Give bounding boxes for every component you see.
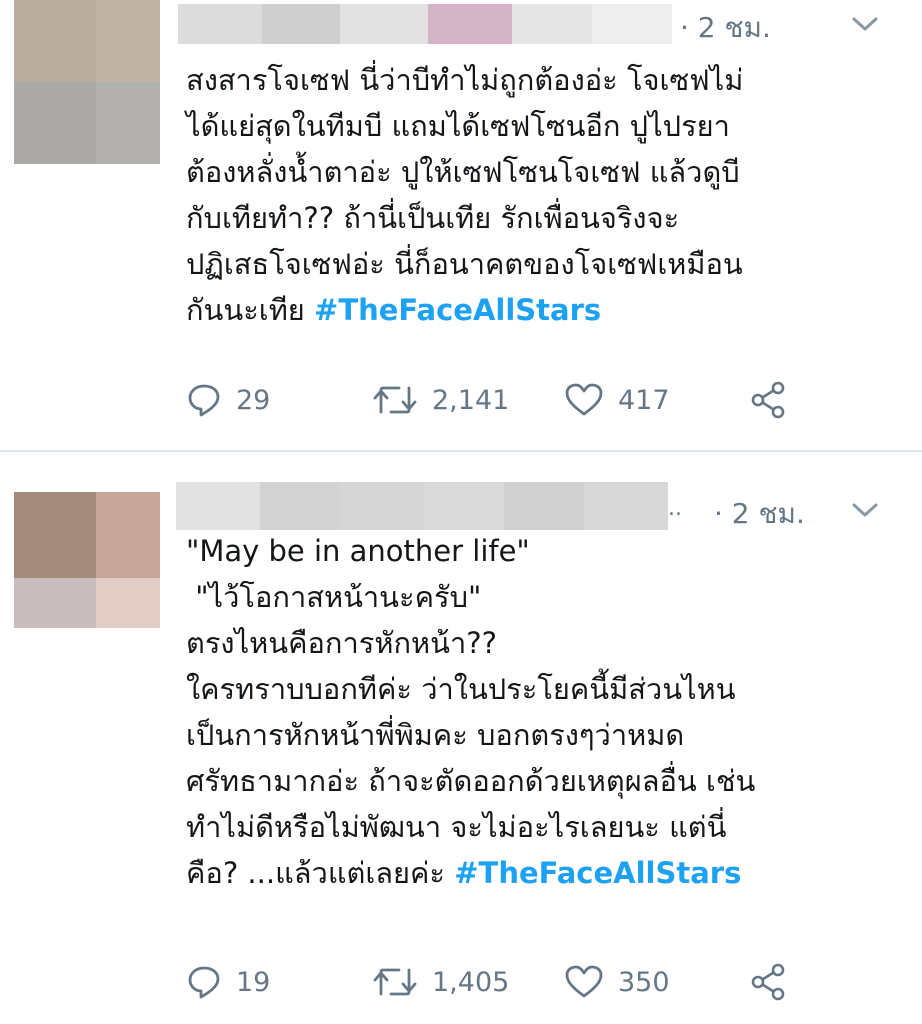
reply-button[interactable]: 29	[186, 378, 270, 422]
avatar-pixel	[14, 82, 96, 164]
hashtag-link[interactable]: #TheFaceAllStars	[454, 856, 741, 890]
avatar-pixel	[14, 578, 96, 628]
avatar-pixel	[96, 82, 160, 164]
avatar[interactable]	[14, 0, 160, 164]
retweet-count: 1,405	[432, 966, 510, 998]
tweet-text: "May be in another life" "ไว้โอกาสหน้านะ…	[186, 528, 902, 896]
avatar-pixel	[14, 0, 96, 82]
reply-icon	[188, 384, 220, 417]
like-count: 350	[618, 966, 670, 998]
tweet-line: ใครทราบบอกทีค่ะ ว่าในประโยคนี้มีส่วนไหน	[186, 672, 736, 706]
tweet-line: "May be in another life"	[186, 534, 530, 568]
tweet-line: ปฏิเสธโจเซฟอ่ะ นี่ก็อนาคตของโจเซฟเหมือน	[186, 247, 743, 281]
retweet-button[interactable]: 1,405	[372, 960, 509, 1004]
avatar[interactable]	[14, 492, 160, 628]
avatar-pixel	[96, 0, 160, 82]
share-icon	[751, 963, 785, 1001]
share-button[interactable]	[748, 378, 788, 422]
share-button[interactable]	[748, 960, 788, 1004]
tweet-card[interactable]: · 2 ชม. สงสารโจเซฟ นี่ว่าบีทำไม่ถูกต้องอ…	[0, 0, 922, 450]
retweet-icon	[373, 386, 417, 414]
tweet-line-last: คือ? ...แล้วแต่เลยค่ะ #TheFaceAllStars	[186, 850, 902, 896]
chevron-down-icon[interactable]	[848, 12, 882, 36]
name-ellipsis: ..	[668, 496, 682, 521]
retweet-button[interactable]: 2,141	[372, 378, 509, 422]
share-icon	[751, 381, 785, 419]
tweet-line: ศรัทธามากอ่ะ ถ้าจะตัดออกด้วยเหตุผลอื่น เ…	[186, 764, 756, 798]
tweet-line: ได้แย่สุดในทีมบี แถมได้เซฟโซนอีก ปูไปรยา	[186, 109, 730, 143]
heart-icon	[565, 965, 603, 998]
hashtag-link[interactable]: #TheFaceAllStars	[314, 293, 601, 327]
tweet-timestamp[interactable]: · 2 ชม.	[680, 6, 771, 50]
tweet-text: สงสารโจเซฟ นี่ว่าบีทำไม่ถูกต้องอ่ะ โจเซฟ…	[186, 57, 902, 333]
avatar-pixel	[96, 492, 160, 578]
retweet-icon	[373, 968, 417, 996]
like-button[interactable]: 417	[564, 378, 670, 422]
tweet-actions: 19 1,405 350	[186, 960, 806, 1004]
reply-count: 29	[236, 384, 271, 416]
tweet-line: สงสารโจเซฟ นี่ว่าบีทำไม่ถูกต้องอ่ะ โจเซฟ…	[186, 63, 744, 97]
tweet-line-last: กันนะเทีย #TheFaceAllStars	[186, 287, 902, 333]
chevron-down-icon[interactable]	[848, 498, 882, 522]
reply-icon	[188, 966, 220, 999]
tweet-line: กับเทียทำ?? ถ้านี่เป็นเทีย รักเพื่อนจริง…	[186, 201, 680, 235]
author-name-blurred[interactable]	[176, 482, 668, 530]
tweet-line: ตรงไหนคือการหักหน้า??	[186, 626, 498, 660]
avatar-pixel	[96, 578, 160, 628]
tweet-line: ทำไม่ดีหรือไม่พัฒนา จะไม่อะไรเลยนะ แต่นี…	[186, 810, 727, 844]
author-name-blurred[interactable]	[178, 4, 672, 44]
like-count: 417	[618, 384, 670, 416]
like-button[interactable]: 350	[564, 960, 670, 1004]
tweet-line-text: กันนะเทีย	[186, 293, 315, 327]
reply-button[interactable]: 19	[186, 960, 270, 1004]
reply-count: 19	[236, 966, 271, 998]
retweet-count: 2,141	[432, 384, 510, 416]
tweet-actions: 29 2,141 417	[186, 378, 806, 422]
tweet-line-text: คือ? ...แล้วแต่เลยค่ะ	[186, 856, 455, 890]
tweet-line: เป็นการหักหน้าพี่พิมคะ บอกตรงๆว่าหมด	[186, 718, 685, 752]
tweet-card[interactable]: .. · 2 ชม. "May be in another life" "ไว้…	[0, 452, 922, 1024]
tweet-line: ต้องหลั่งน้ำตาอ่ะ ปูให้เซฟโซนโจเซฟ แล้วด…	[186, 155, 740, 189]
heart-icon	[565, 383, 603, 416]
tweet-line: "ไว้โอกาสหน้านะครับ"	[186, 580, 482, 614]
avatar-pixel	[14, 492, 96, 578]
